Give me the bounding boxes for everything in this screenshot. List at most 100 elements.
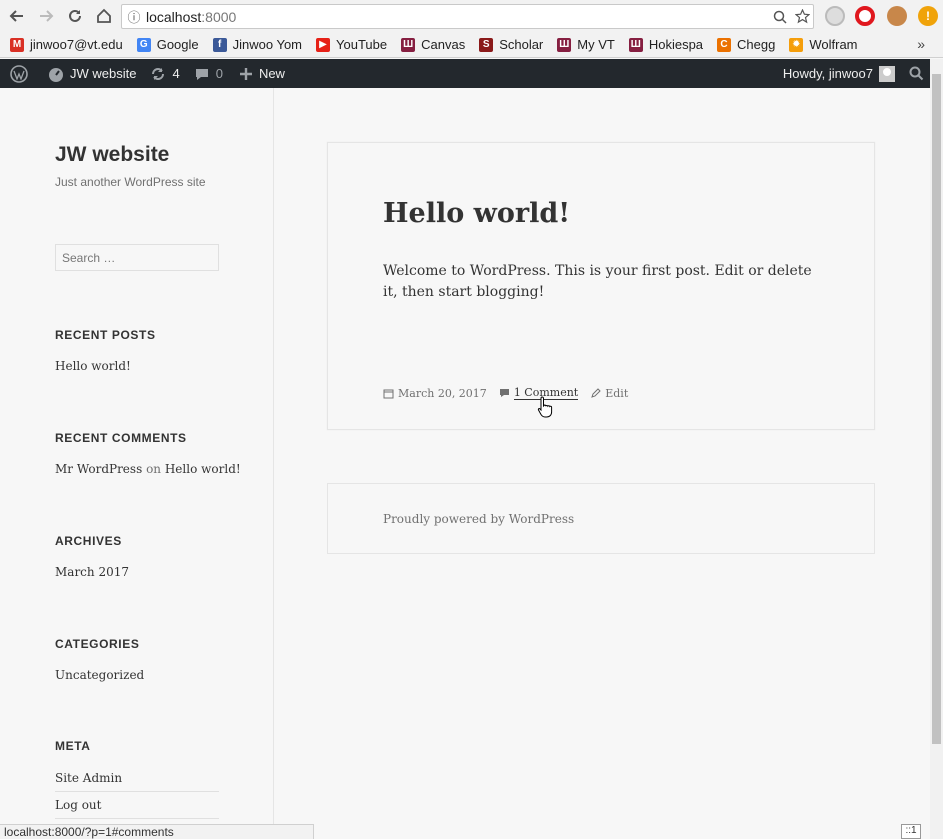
hand-cursor-icon	[537, 396, 553, 418]
updates-count: 4	[172, 66, 180, 81]
site-name-label: JW website	[70, 66, 137, 81]
new-content-button[interactable]: New	[239, 66, 285, 81]
wp-logo-button[interactable]	[10, 64, 34, 83]
comment-icon	[499, 388, 509, 397]
reload-button[interactable]	[63, 4, 87, 28]
alert-icon[interactable]: !	[918, 6, 938, 26]
howdy-user-menu[interactable]: Howdy, jinwoo7	[783, 66, 873, 81]
calendar-icon	[383, 389, 394, 398]
sidebar: JW website Just another WordPress site S…	[0, 88, 274, 839]
search-icon[interactable]	[909, 66, 924, 81]
comment-post-link[interactable]: Hello world!	[165, 462, 241, 476]
bookmark-item[interactable]: G Google	[136, 37, 199, 52]
categories-title: CATEGORIES	[55, 637, 140, 651]
vt-icon: Ш	[628, 37, 643, 52]
forward-arrow-icon	[40, 10, 54, 22]
recent-post-link[interactable]: Hello world!	[55, 359, 131, 373]
browser-toolbar: ⓘ localhost:8000 !	[0, 0, 943, 32]
status-bar: localhost:8000/?p=1#comments	[0, 824, 314, 839]
avatar[interactable]	[879, 65, 895, 82]
url-port: :8000	[201, 8, 237, 25]
star-icon[interactable]	[791, 6, 813, 28]
forward-button[interactable]	[34, 4, 58, 28]
search-input[interactable]: Search …	[55, 244, 219, 271]
recent-comment-item: Mr WordPress on Hello world!	[55, 462, 241, 476]
log-out-link[interactable]: Log out	[55, 798, 101, 812]
comment-author-link[interactable]: Mr WordPress	[55, 462, 142, 476]
gmail-icon: M	[10, 37, 24, 52]
comment-on-text: on	[146, 462, 162, 476]
home-button[interactable]	[92, 4, 116, 28]
post-date-link[interactable]: March 20, 2017	[398, 387, 487, 400]
extension-gray-icon[interactable]	[825, 6, 845, 26]
wordpress-icon	[10, 64, 28, 83]
meta-divider	[55, 818, 219, 819]
comment-bubble-icon	[195, 68, 208, 80]
post-body: Welcome to WordPress. This is your first…	[383, 263, 812, 300]
bookmark-label: jinwoo7@vt.edu	[30, 37, 123, 52]
google-icon: G	[136, 37, 151, 52]
youtube-icon: ▶	[316, 37, 331, 52]
facebook-icon: f	[212, 37, 227, 52]
bookmark-label: Chegg	[737, 37, 776, 52]
bookmark-item[interactable]: Mjinwoo7@vt.edu	[10, 37, 123, 52]
url-host: localhost	[146, 8, 202, 25]
powered-by-link[interactable]: Proudly powered by WordPress	[383, 512, 574, 526]
bookmark-item[interactable]: f Jinwoo Yom	[212, 37, 303, 52]
site-title[interactable]: JW website	[55, 143, 169, 167]
bookmarks-overflow-icon[interactable]: »	[917, 36, 925, 52]
bookmark-item[interactable]: Ш Hokiespa	[628, 37, 704, 52]
bookmark-label: Canvas	[421, 37, 466, 52]
comments-button[interactable]: 0	[194, 66, 223, 82]
site-name-button[interactable]: JW website	[48, 66, 136, 82]
wolfram-icon: ✹	[789, 37, 804, 52]
bookmark-item[interactable]: S Scholar	[479, 37, 543, 52]
back-arrow-icon	[9, 10, 23, 22]
site-admin-link[interactable]: Site Admin	[55, 771, 122, 785]
bookmark-label: Google	[156, 37, 199, 52]
bookmark-label: YouTube	[336, 37, 388, 52]
corner-badge: ::1	[901, 824, 921, 839]
address-url[interactable]: localhost:8000	[146, 9, 769, 25]
bookmark-item[interactable]: C Chegg	[717, 37, 775, 52]
opera-icon[interactable]	[855, 6, 875, 26]
address-bar[interactable]: ⓘ localhost:8000	[121, 4, 814, 29]
bookmark-item[interactable]: Ш My VT	[557, 37, 615, 52]
plus-icon	[239, 67, 252, 80]
reload-icon	[69, 9, 81, 22]
vt-icon: Ш	[401, 37, 416, 52]
bookmark-item[interactable]: Ш Canvas	[401, 37, 465, 52]
post-title[interactable]: Hello world!	[383, 198, 570, 229]
pencil-icon	[591, 387, 601, 398]
home-icon	[97, 8, 111, 23]
info-icon[interactable]: ⓘ	[122, 7, 146, 26]
archive-link[interactable]: March 2017	[55, 565, 129, 579]
vt-icon: Ш	[557, 37, 572, 52]
chegg-icon: C	[717, 37, 732, 52]
bookmark-label: Hokiespa	[648, 37, 704, 52]
bookmark-label: My VT	[577, 37, 615, 52]
comments-count: 0	[215, 66, 223, 81]
scholar-icon: S	[479, 37, 494, 52]
bookmark-label: Scholar	[499, 37, 544, 52]
recent-posts-title: RECENT POSTS	[55, 328, 156, 342]
back-button[interactable]	[5, 4, 29, 28]
cookie-icon[interactable]	[887, 6, 907, 26]
meta-title: META	[55, 739, 91, 753]
site-footer: Proudly powered by WordPress	[327, 483, 875, 554]
bookmark-item[interactable]: ▶ YouTube	[316, 37, 387, 52]
bookmark-label: Jinwoo Yom	[232, 37, 303, 52]
wp-admin-bar: JW website 4 0 New Howdy, jinwoo7	[0, 59, 930, 88]
scrollbar-thumb[interactable]	[932, 74, 941, 744]
updates-button[interactable]: 4	[150, 66, 180, 82]
bookmarks-bar: Mjinwoo7@vt.edu G Google f Jinwoo Yom ▶ YouTub…	[0, 32, 943, 58]
new-label: New	[258, 66, 285, 81]
category-link[interactable]: Uncategorized	[55, 668, 144, 682]
zoom-icon[interactable]	[769, 6, 791, 28]
post-meta: March 20, 2017 1 Comment Edit	[383, 386, 640, 400]
archives-title: ARCHIVES	[55, 534, 122, 548]
recent-comments-title: RECENT COMMENTS	[55, 431, 187, 445]
meta-divider	[55, 791, 219, 792]
edit-link[interactable]: Edit	[605, 387, 628, 400]
bookmark-item[interactable]: ✹ Wolfram	[789, 37, 858, 52]
